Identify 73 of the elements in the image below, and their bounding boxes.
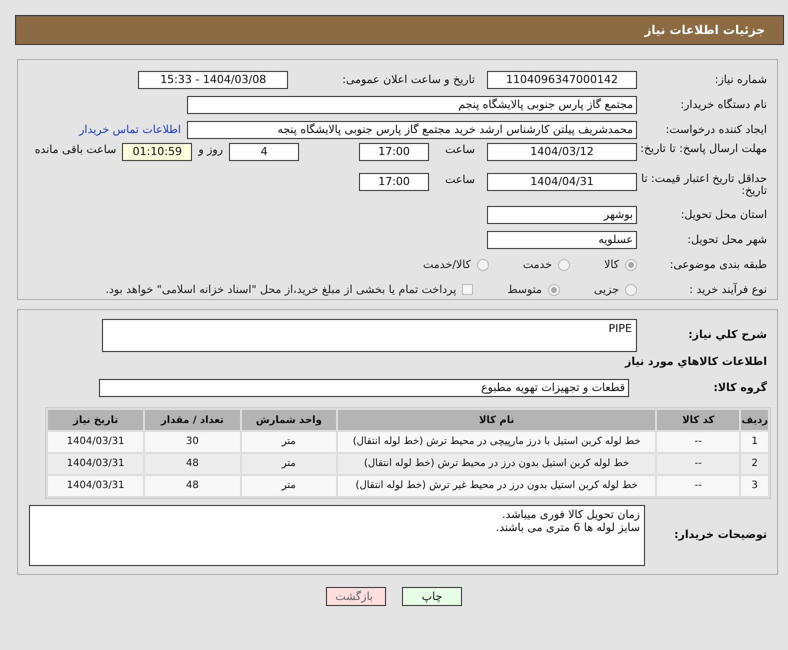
field-label: استان محل تحویل:: [680, 208, 767, 220]
buyer-org-field: مجتمع گاز پارس جنوبی پالایشگاه پنجم: [187, 96, 637, 114]
option-label: کالا: [604, 258, 619, 271]
field-label: ایجاد کننده درخواست:: [664, 124, 767, 136]
table-cell: 1: [741, 432, 768, 452]
buyer-contact-link[interactable]: اطلاعات تماس خریدار: [79, 123, 181, 136]
radio-button[interactable]: [625, 284, 637, 296]
table-cell: 1404/03/31: [48, 432, 144, 452]
option-label: کالا/خدمت: [423, 258, 471, 271]
option-label: متوسط: [507, 283, 542, 296]
table-cell: 30: [145, 432, 240, 452]
days-label: روز و: [198, 143, 224, 156]
checkbox-label: پرداخت تمام یا بخشی از مبلغ خرید،از محل "اسناد خزانه اسلامی" خواهد بود.: [106, 283, 456, 296]
table-cell: متر: [242, 476, 336, 496]
days-field: 4: [229, 143, 300, 161]
field-label: توضیحات خریدار:: [673, 529, 767, 541]
goods-group-field: قطعات و تجهیزات تهویه مطبوع: [99, 378, 629, 396]
table-cell: خط لوله کربن استیل بدون درز در محیط ترش (خط لوله انتقال): [338, 454, 656, 474]
section-title: اطلاعات کالاهاي مورد نياز: [624, 355, 767, 368]
radio-button[interactable]: [548, 284, 560, 296]
deadline-time-field: 17:00: [359, 143, 430, 161]
column-header: واحد شمارش: [242, 410, 336, 430]
option-label: جزیی: [594, 283, 619, 296]
print-button[interactable]: چاپ: [402, 587, 462, 606]
validity-time-field: 17:00: [359, 173, 430, 191]
column-header: کد کالا: [657, 410, 740, 430]
remaining-time-field: 01:10:59: [122, 143, 192, 161]
time-label: ساعت: [445, 143, 475, 156]
time-label: ساعت: [445, 173, 475, 186]
column-header: ردیف: [741, 410, 768, 430]
column-header: نام کالا: [338, 410, 656, 430]
table-cell: 2: [741, 454, 768, 474]
description-textarea[interactable]: PIPE: [102, 318, 637, 352]
announce-date-field: 1404/03/08 - 15:33: [138, 70, 288, 88]
need-number-field: 1104096347000142: [487, 70, 637, 88]
field-label: نوع فرآیند خرید :: [688, 284, 767, 296]
field-label: مهلت ارسال پاسخ: تا تاریخ:: [639, 143, 767, 155]
requester-field: محمدشریف پیلتن کارشناس ارشد خرید مجتمع گاز پارس جنوبی پالایشگاه پنجه: [187, 120, 637, 138]
radio-button[interactable]: [558, 258, 570, 270]
table-cell: --: [657, 432, 740, 452]
field-label: شرح کلي نياز:: [687, 329, 767, 341]
field-label: تاریخ و ساعت اعلان عمومی:: [342, 73, 475, 86]
deadline-date-field: 1404/03/12: [487, 143, 637, 161]
remaining-label: ساعت باقی مانده: [34, 143, 116, 156]
table-cell: خط لوله کربن استیل با درز مارپیچی در محیط ترش (خط لوله انتقال): [338, 432, 656, 452]
page-title: جزئیات اطلاعات نیاز: [644, 23, 765, 37]
province-field: بوشهر: [487, 206, 637, 224]
city-field: عسلویه: [487, 230, 637, 248]
back-button[interactable]: بازگشت: [326, 587, 386, 606]
table-cell: 48: [145, 454, 240, 474]
field-label: نام دستگاه خریدار:: [679, 98, 767, 110]
column-header: تاریخ نیاز: [48, 410, 144, 430]
field-label: حداقل تاریخ اعتبار قیمت: تا تاریخ:: [640, 173, 767, 197]
field-label: گروه کالا:: [712, 382, 767, 394]
field-label: شهر محل تحویل:: [686, 234, 767, 246]
table-cell: 1404/03/31: [48, 454, 144, 474]
table-cell: متر: [242, 432, 336, 452]
radio-button[interactable]: [476, 258, 489, 270]
checkbox[interactable]: [462, 284, 474, 295]
buyer-notes-textarea[interactable]: زمان تحویل کالا فوری میباشد. سایز لوله ها 6 متری می باشند.: [29, 504, 645, 566]
table-cell: خط لوله کربن استیل بدون درز در محیط غیر ترش (خط لوله انتقال): [338, 476, 656, 496]
table-cell: --: [657, 454, 740, 474]
column-header: تعداد / مقدار: [145, 410, 240, 430]
radio-button[interactable]: [625, 258, 637, 270]
table-cell: 3: [741, 476, 768, 496]
table-cell: متر: [242, 454, 336, 474]
table-cell: 48: [145, 476, 240, 496]
field-label: شماره نیاز:: [714, 74, 767, 86]
field-label: طبقه بندی موضوعی:: [668, 258, 767, 270]
table-cell: 1404/03/31: [48, 476, 144, 496]
table-cell: --: [657, 476, 740, 496]
validity-date-field: 1404/04/31: [487, 173, 637, 191]
option-label: خدمت: [522, 258, 552, 271]
